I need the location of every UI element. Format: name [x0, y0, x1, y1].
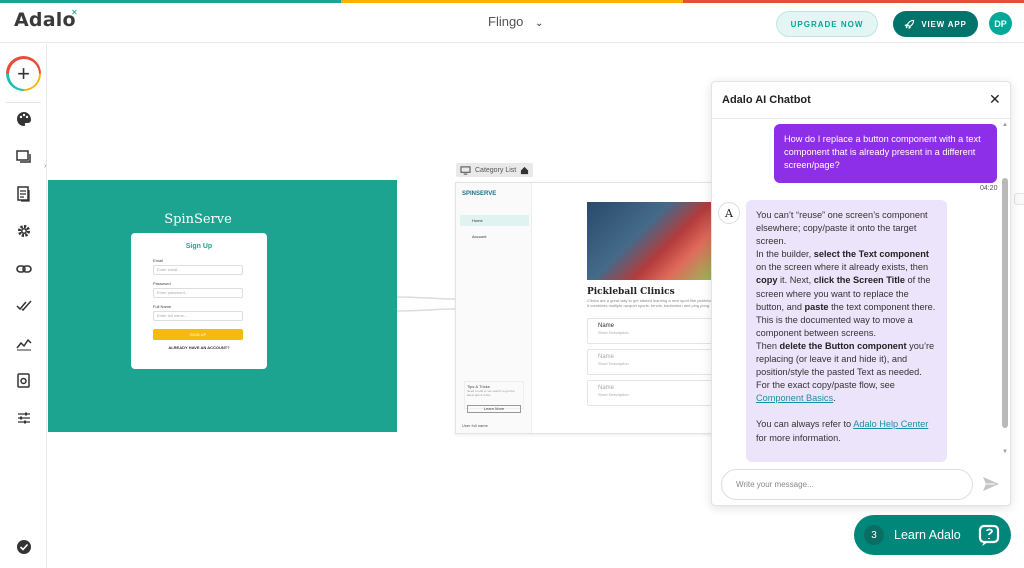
chat-help-icon	[978, 524, 1000, 546]
list-item-desc: Short Description	[598, 392, 629, 397]
list-item: Name Short Description	[587, 318, 714, 344]
screens-icon[interactable]	[15, 148, 33, 166]
analytics-icon[interactable]	[15, 335, 33, 353]
list-item: Name Short Description	[587, 380, 714, 406]
fullname-label: Full Name	[153, 304, 172, 309]
screen-name: Category List	[475, 166, 517, 174]
password-field[interactable]: Enter password...	[153, 288, 243, 298]
desktop-icon	[460, 165, 471, 175]
category-screen-preview[interactable]: SPINSERVE Home Account Tips & Tricks Nee…	[455, 182, 715, 434]
signup-button[interactable]: SIGN UP	[153, 329, 243, 340]
learn-more-button: Learn More	[467, 405, 521, 413]
verified-icon[interactable]	[15, 538, 33, 556]
list-item-name: Name	[598, 323, 615, 329]
chat-message-input[interactable]: Write your message...	[721, 469, 973, 500]
app-name: Flingo	[488, 14, 524, 29]
add-icon: +	[8, 58, 39, 89]
left-sidebar: +	[0, 44, 47, 568]
tips-card: Tips & Tricks Need to edit or set search…	[464, 381, 524, 413]
home-icon	[521, 166, 529, 174]
list-item-desc: Short Description	[598, 330, 629, 335]
learn-adalo-button[interactable]: 3 Learn Adalo	[854, 515, 1011, 555]
bot-paragraph: Then delete the Button component you’re …	[756, 340, 935, 404]
view-app-button[interactable]: VIEW APP	[893, 11, 978, 37]
list-item: Name Short Description	[587, 349, 714, 375]
scroll-up-arrow-icon[interactable]: ▲	[1002, 122, 1008, 128]
user-full-name: User full name	[462, 423, 488, 428]
view-app-label: VIEW APP	[921, 19, 967, 29]
screen-label-category-list[interactable]: Category List	[456, 163, 534, 177]
hero-title: Pickleball Clinics	[587, 287, 675, 297]
bot-avatar-icon: A	[718, 202, 740, 224]
screen-link-connector	[397, 296, 455, 312]
logo-mark-icon: ✕	[71, 8, 78, 17]
bot-paragraph: You can always refer to Adalo Help Cente…	[756, 419, 929, 443]
signup-form-card: Sign Up Email Enter email... Password En…	[131, 233, 267, 369]
ai-chatbot-panel: Adalo AI Chatbot ✕ ▲ How do I replace a …	[711, 81, 1011, 506]
chat-title: Adalo AI Chatbot	[722, 94, 811, 106]
spinserve-logo: SPINSERVE	[462, 191, 497, 197]
right-panel-tab[interactable]	[1014, 193, 1024, 205]
signup-screen-preview[interactable]: SpinServe Sign Up Email Enter email... P…	[48, 180, 397, 432]
send-icon[interactable]	[982, 475, 1000, 493]
list-item-name: Name	[598, 385, 615, 391]
chat-header: Adalo AI Chatbot ✕	[712, 82, 1010, 119]
database-icon[interactable]	[15, 185, 33, 203]
preview-sidebar: SPINSERVE Home Account Tips & Tricks Nee…	[456, 183, 532, 433]
app-title-text: SpinServe	[164, 212, 232, 227]
scroll-down-arrow-icon[interactable]: ▼	[1002, 449, 1008, 455]
chevron-down-icon: ⌄	[535, 18, 544, 29]
link-icon[interactable]	[15, 260, 33, 278]
close-icon[interactable]: ✕	[989, 91, 1001, 108]
bot-paragraph: In the builder, select the Text componen…	[756, 249, 936, 338]
rocket-icon	[904, 19, 915, 29]
learn-adalo-label: Learn Adalo	[894, 528, 961, 542]
help-center-link[interactable]: Adalo Help Center	[853, 419, 928, 429]
preview-nav-account: Account	[472, 234, 487, 239]
learn-count-badge: 3	[864, 525, 884, 545]
bot-message-bubble: You can’t “reuse” one screen’s component…	[746, 200, 947, 462]
form-title: Sign Up	[185, 243, 213, 250]
bot-paragraph: You can’t “reuse” one screen’s component…	[756, 210, 928, 247]
already-account-link[interactable]: ALREADY HAVE AN ACCOUNT?	[139, 345, 259, 350]
collapse-arrow-icon[interactable]: ›	[44, 163, 52, 173]
component-basics-link[interactable]: Component Basics	[756, 393, 833, 403]
chat-scrollbar[interactable]	[1002, 178, 1008, 428]
email-label: Email	[153, 258, 164, 263]
marketplace-icon[interactable]	[15, 372, 33, 390]
fullname-field[interactable]: Enter full name...	[153, 311, 243, 321]
message-timestamp: 04:20	[980, 185, 998, 192]
sliders-icon[interactable]	[15, 409, 33, 427]
sidebar-divider	[6, 102, 41, 103]
palette-icon[interactable]	[15, 110, 33, 128]
preview-nav-home: Home	[460, 215, 529, 226]
email-field[interactable]: Enter email...	[153, 265, 243, 275]
avatar[interactable]: DP	[989, 12, 1012, 35]
publish-check-icon[interactable]	[15, 297, 33, 315]
tips-text: Need to edit or set search to get the la…	[467, 389, 515, 397]
adalo-logo[interactable]: Adalo	[14, 9, 76, 31]
upgrade-now-button[interactable]: UPGRADE NOW	[776, 11, 878, 37]
app-selector[interactable]: Flingo ⌄	[488, 14, 543, 29]
password-label: Password	[153, 281, 171, 286]
user-message-bubble: How do I replace a button component with…	[774, 124, 997, 183]
hero-subtitle: Clinics are a great way to get started l…	[587, 298, 715, 308]
list-item-name: Name	[598, 354, 615, 360]
list-item-desc: Short Description	[598, 361, 629, 366]
add-component-button[interactable]: +	[6, 56, 41, 91]
pickleball-hero-image	[587, 202, 714, 280]
gear-icon[interactable]	[15, 222, 33, 240]
top-header: Adalo ✕ Flingo ⌄ UPGRADE NOW VIEW APP DP	[0, 3, 1024, 43]
